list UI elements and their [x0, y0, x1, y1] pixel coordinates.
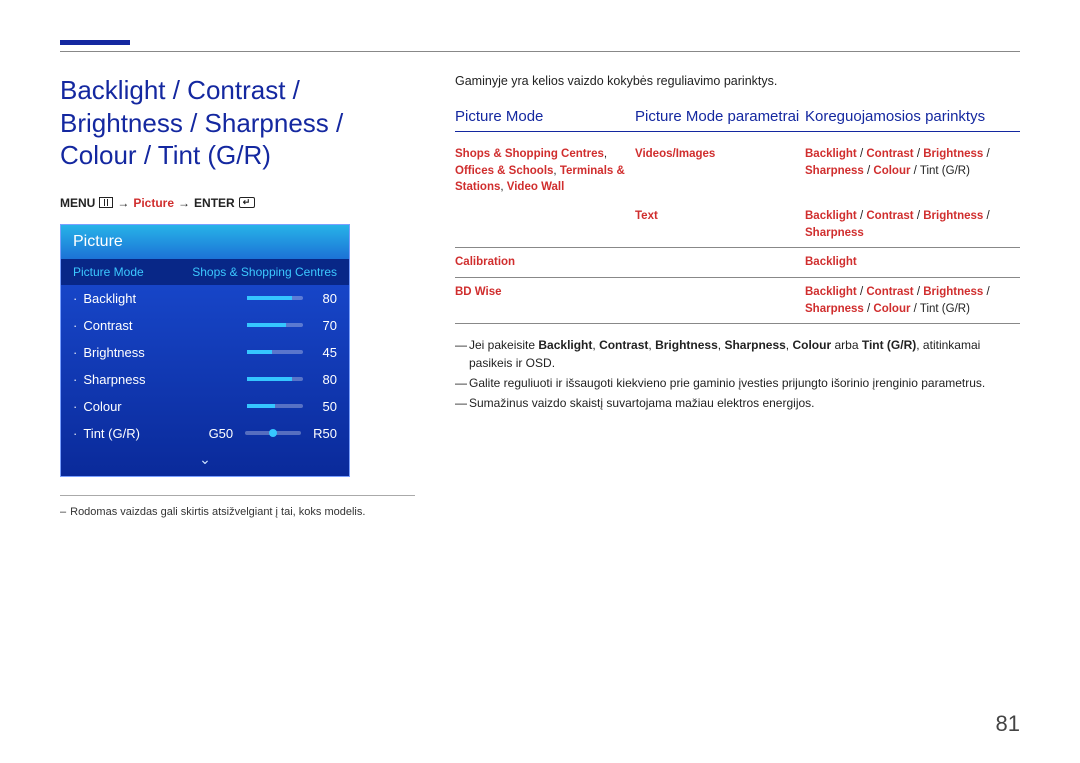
bullet-icon: ·	[73, 291, 77, 306]
left-column: Backlight / Contrast / Brightness / Shar…	[60, 74, 415, 518]
tint-name: Tint (G/R)	[83, 426, 202, 441]
osd-row[interactable]: · Sharpness 80	[61, 366, 349, 393]
osd-item-name: Contrast	[83, 318, 241, 333]
slider-bar	[247, 296, 303, 300]
cell-mode	[455, 208, 635, 241]
table-row: Calibration Backlight	[455, 248, 1020, 278]
left-footnote: –Rodomas vaizdas gali skirtis atsižvelgi…	[60, 506, 415, 518]
notes: ― Jei pakeisite Backlight, Contrast, Bri…	[455, 336, 1020, 412]
slider-bar	[247, 323, 303, 327]
osd-row[interactable]: · Brightness 45	[61, 339, 349, 366]
bullet-icon: ·	[73, 399, 77, 414]
cell-param: Text	[635, 208, 805, 241]
table-body: Shops & Shopping Centres, Offices & Scho…	[455, 140, 1020, 324]
th-picture-mode: Picture Mode	[455, 108, 635, 125]
bullet-icon: ·	[73, 372, 77, 387]
header-divider	[60, 51, 1020, 52]
slider-bar	[247, 350, 303, 354]
slider-bar	[247, 377, 303, 381]
tint-r: R50	[313, 426, 337, 441]
slider-bar	[247, 404, 303, 408]
intro-text: Gaminyje yra kelios vaizdo kokybės regul…	[455, 74, 1020, 88]
osd-row[interactable]: · Colour 50	[61, 393, 349, 420]
osd-item-name: Brightness	[83, 345, 241, 360]
cell-options: Backlight / Contrast / Brightness / Shar…	[805, 284, 1020, 317]
th-parametrai: Picture Mode parametrai	[635, 108, 805, 125]
osd-panel: Picture Picture Mode Shops & Shopping Ce…	[60, 224, 350, 477]
bullet-icon: ·	[73, 345, 77, 360]
osd-item-value: 50	[309, 399, 337, 414]
cell-mode: BD Wise	[455, 284, 635, 317]
cell-options: Backlight	[805, 254, 1020, 271]
cell-param	[635, 254, 805, 271]
osd-row-tint[interactable]: · Tint (G/R) G50 R50	[61, 420, 349, 447]
breadcrumb-arrow: →	[178, 196, 190, 210]
table-header: Picture Mode Picture Mode parametrai Kor…	[455, 108, 1020, 132]
breadcrumb-menu: MENU	[60, 196, 95, 210]
table-row: Shops & Shopping Centres, Offices & Scho…	[455, 140, 1020, 202]
cell-options: Backlight / Contrast / Brightness / Shar…	[805, 146, 1020, 196]
enter-icon	[239, 197, 255, 208]
cell-param	[635, 284, 805, 317]
osd-item-value: 70	[309, 318, 337, 333]
osd-mode-label: Picture Mode	[73, 265, 192, 279]
table-row: BD Wise Backlight / Contrast / Brightness…	[455, 278, 1020, 324]
osd-item-value: 45	[309, 345, 337, 360]
osd-item-value: 80	[309, 291, 337, 306]
menu-icon	[99, 197, 113, 208]
osd-mode-value: Shops & Shopping Centres	[192, 265, 337, 279]
page-number: 81	[996, 711, 1020, 737]
page-title: Backlight / Contrast / Brightness / Shar…	[60, 74, 415, 172]
tint-bar	[245, 431, 301, 435]
osd-row[interactable]: · Contrast 70	[61, 312, 349, 339]
breadcrumb-picture: Picture	[133, 196, 174, 210]
bullet-icon: ·	[73, 318, 77, 333]
breadcrumb-enter: ENTER	[194, 196, 235, 210]
osd-item-value: 80	[309, 372, 337, 387]
note-1: ― Jei pakeisite Backlight, Contrast, Bri…	[455, 336, 1020, 372]
cell-param: Videos/Images	[635, 146, 805, 196]
right-column: Gaminyje yra kelios vaizdo kokybės regul…	[455, 74, 1020, 518]
osd-row[interactable]: · Backlight 80	[61, 285, 349, 312]
osd-mode-row[interactable]: Picture Mode Shops & Shopping Centres	[61, 259, 349, 285]
breadcrumb-arrow: →	[117, 196, 129, 210]
osd-item-name: Backlight	[83, 291, 241, 306]
cell-mode: Shops & Shopping Centres, Offices & Scho…	[455, 146, 635, 196]
chevron-down-icon[interactable]: ⌄	[61, 447, 349, 476]
header-accent	[60, 40, 130, 45]
osd-item-name: Colour	[83, 399, 241, 414]
th-parinktys: Koreguojamosios parinktys	[805, 108, 1020, 125]
osd-header: Picture	[61, 225, 349, 259]
cell-mode: Calibration	[455, 254, 635, 271]
cell-options: Backlight / Contrast / Brightness / Shar…	[805, 208, 1020, 241]
table-row: TextBacklight / Contrast / Brightness / …	[455, 202, 1020, 248]
bullet-icon: ·	[73, 426, 77, 441]
osd-item-name: Sharpness	[83, 372, 241, 387]
left-divider	[60, 495, 415, 496]
tint-g: G50	[209, 426, 234, 441]
note-2: ― Galite reguliuoti ir išsaugoti kiekvie…	[455, 374, 1020, 392]
breadcrumb: MENU → Picture → ENTER	[60, 196, 415, 210]
note-3: ― Sumažinus vaizdo skaistį suvartojama m…	[455, 394, 1020, 412]
